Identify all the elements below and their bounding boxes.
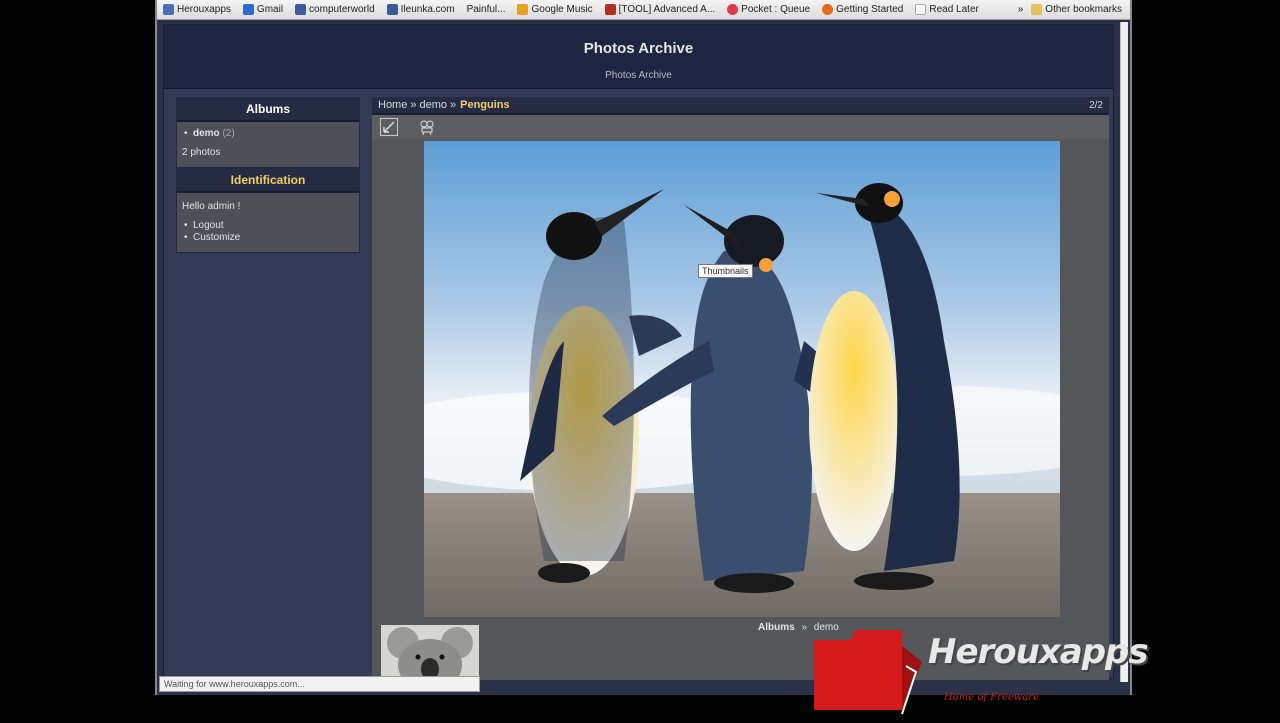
chevron-right-icon: »	[1017, 4, 1024, 15]
bookmark-computerworld[interactable]: computerworld	[295, 4, 375, 15]
breadcrumb: Home » demo » Penguins 2/2	[372, 97, 1109, 115]
breadcrumb-album[interactable]: demo	[419, 99, 447, 111]
bookmark-icon	[604, 4, 616, 15]
main-photo[interactable]: Thumbnails	[424, 141, 1060, 617]
identification-box: Identification Hello admin ! Logout Cust…	[176, 168, 360, 253]
bookmarks-bar: Herouxapps Gmail computerworld Ileunka.c…	[157, 0, 1130, 20]
page-title: Photos Archive	[583, 40, 694, 57]
album-item-demo[interactable]: demo (2)	[182, 128, 354, 140]
herouxapps-logo: Herouxapps Home of Freeware	[810, 626, 1150, 718]
koala-image	[381, 625, 479, 680]
bookmark-getting-started[interactable]: Getting Started	[822, 4, 903, 15]
thumbnails-tooltip: Thumbnails	[698, 264, 753, 278]
bookmark-read-later[interactable]: Read Later	[915, 4, 979, 15]
bookmark-gmail[interactable]: Gmail	[242, 4, 283, 15]
logo-name: Herouxapps	[928, 632, 1149, 672]
google-icon	[517, 4, 529, 15]
folder-logo-icon	[814, 630, 922, 715]
facebook-icon	[386, 4, 398, 15]
photos-count: 2 photos	[182, 147, 221, 158]
slideshow-button[interactable]	[418, 118, 436, 136]
projector-icon	[420, 120, 434, 135]
albums-body: demo (2) 2 photos	[177, 122, 359, 167]
footer-albums-link[interactable]: Albums	[758, 622, 795, 633]
status-bar: Waiting for www.herouxapps.com...	[159, 676, 480, 692]
logout-link[interactable]: Logout	[182, 220, 354, 232]
resize-icon	[383, 121, 395, 133]
page-content: Photos Archive Photos Archive Albums dem…	[163, 24, 1114, 680]
page-subtitle: Photos Archive	[605, 70, 672, 81]
sidebar: Albums demo (2) 2 photos Identification …	[176, 97, 360, 253]
firefox-icon	[822, 4, 834, 15]
breadcrumb-home[interactable]: Home	[378, 99, 407, 111]
bookmark-icon	[242, 4, 254, 15]
photo-counter: 2/2	[1089, 99, 1103, 111]
bookmark-google-music[interactable]: Google Music	[517, 4, 593, 15]
folder-icon	[1031, 4, 1043, 15]
identification-body: Hello admin ! Logout Customize	[177, 193, 359, 252]
breadcrumb-current: Penguins	[460, 99, 510, 111]
pocket-icon	[727, 4, 739, 15]
bookmark-ileunka[interactable]: Ileunka.com	[386, 4, 455, 15]
logo-tagline: Home of Freeware	[944, 692, 1039, 703]
other-bookmarks[interactable]: » Other bookmarks	[1018, 4, 1122, 15]
albums-title: Albums	[177, 98, 359, 122]
customize-link[interactable]: Customize	[182, 232, 354, 244]
bookmark-herouxapps[interactable]: Herouxapps	[163, 4, 231, 15]
browser-window: Herouxapps Gmail computerworld Ileunka.c…	[155, 0, 1132, 695]
fit-size-button[interactable]	[380, 118, 398, 136]
site-header: Photos Archive Photos Archive	[164, 25, 1113, 89]
photo-toolbar	[372, 115, 1109, 139]
bookmark-icon	[295, 4, 307, 15]
vertical-scrollbar[interactable]	[1120, 22, 1128, 682]
page-icon	[915, 4, 927, 15]
photo-panel: Home » demo » Penguins 2/2 Thumbnails Al…	[372, 97, 1109, 680]
bookmark-painful[interactable]: Painful...	[467, 4, 506, 15]
koala-thumbnail[interactable]	[381, 625, 479, 680]
bookmark-pocket[interactable]: Pocket : Queue	[727, 4, 810, 15]
bookmark-icon	[163, 4, 174, 15]
bookmark-tool[interactable]: [TOOL] Advanced A...	[604, 4, 715, 15]
identification-title: Identification	[177, 169, 359, 193]
greeting-text: Hello admin !	[182, 201, 241, 212]
penguins-image	[424, 141, 1060, 617]
albums-box: Albums demo (2) 2 photos	[176, 97, 360, 168]
